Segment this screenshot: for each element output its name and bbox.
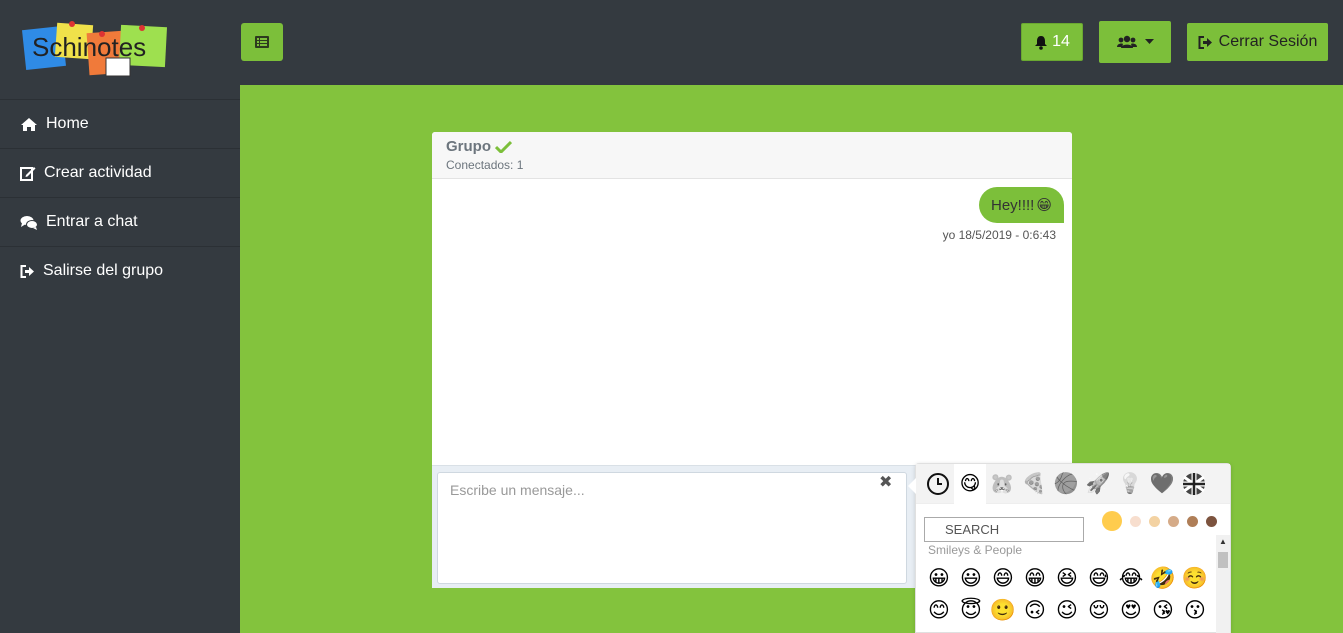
logout-button[interactable]: Cerrar Sesión [1187,23,1328,61]
skin-tone-selector [1102,511,1217,531]
smileys-category-tab[interactable]: 😋 [954,463,986,504]
sidebar-item-label: Salirse del grupo [43,262,164,279]
emoji-option[interactable]: 🤣 [1147,566,1179,591]
emoji-option[interactable]: ☺️ [1179,566,1211,591]
skin-tone-default[interactable] [1102,511,1122,531]
connected-count: Conectados: 1 [446,158,524,172]
flag-icon [1183,472,1205,495]
sidebar-item-crear-actividad[interactable]: Crear actividad [0,148,240,197]
bell-icon [1035,35,1048,50]
groups-dropdown-button[interactable] [1099,21,1171,63]
emoji-option[interactable]: 😅 [1083,566,1115,591]
top-navbar: Schinotes 14 Cerrar Sesión [0,0,1343,85]
clock-icon [927,472,949,495]
comments-icon [20,215,38,230]
skin-tone-dark[interactable] [1206,515,1217,527]
close-emoji-picker-icon[interactable]: ✖ [879,472,892,492]
sidebar-item-label: Entrar a chat [46,213,138,230]
emoji-option[interactable]: 😌 [1083,598,1115,623]
emoji-category-tabs: 😋 🐹 🍕 🏀 🚀 💡 🖤 [916,463,1230,504]
emoji-option[interactable]: 😍 [1115,598,1147,623]
food-category-tab[interactable]: 🍕 [1018,464,1050,504]
chat-title-row: Grupo [446,138,1058,155]
chat-title: Grupo [446,138,491,155]
objects-category-tab[interactable]: 💡 [1114,464,1146,504]
sidebar-item-entrar-a-chat[interactable]: Entrar a chat [0,197,240,246]
emoji-option[interactable]: 😂 [1115,566,1147,591]
emoji-option[interactable]: 🙂 [987,598,1019,623]
sidebar-toggle-button[interactable] [241,23,283,61]
skin-tone-medium[interactable] [1168,515,1179,527]
sidebar-item-home[interactable]: Home [0,99,240,148]
message-meta: yo 18/5/2019 - 0:6:43 [942,228,1056,242]
message-input[interactable]: Escribe un mensaje... [437,472,907,584]
svg-text:Schinotes: Schinotes [32,32,146,62]
scroll-thumb[interactable] [1218,552,1228,568]
skin-tone-medium-light[interactable] [1149,515,1160,527]
emoji-option[interactable]: 😘 [1147,598,1179,623]
skin-tone-medium-dark[interactable] [1187,515,1198,527]
notifications-button[interactable]: 14 [1021,23,1083,61]
notifications-count: 14 [1052,33,1070,50]
home-icon [21,117,37,131]
sidebar-item-label: Crear actividad [44,164,152,181]
emoji-grid: 😀 😃 😄 😁 😆 😅 😂 🤣 ☺️ 😊 😇 🙂 🙃 😉 😌 😍 😘 😗 [923,566,1219,623]
recent-category-tab[interactable] [922,464,954,504]
emoji-option[interactable]: 😉 [1051,598,1083,623]
emoji-search-input[interactable]: SEARCH [924,517,1084,542]
emoji-option[interactable]: 😃 [955,566,987,591]
sidebar: Home Crear actividad Entrar a chat Salir… [0,85,240,633]
emoji-option[interactable]: 😄 [987,566,1019,591]
users-icon [1116,35,1137,48]
emoji-category-label: Smileys & People [928,543,1023,557]
activity-category-tab[interactable]: 🏀 [1050,464,1082,504]
caret-down-icon [1144,39,1154,44]
sidebar-item-salirse-del-grupo[interactable]: Salirse del grupo [0,246,240,295]
list-icon [255,36,269,48]
emoji-option[interactable]: 😁 [1019,566,1051,591]
skin-tone-light[interactable] [1130,515,1141,527]
symbols-category-tab[interactable]: 🖤 [1146,464,1178,504]
sign-out-icon [20,264,34,278]
edit-icon [20,167,36,181]
logout-label: Cerrar Sesión [1218,33,1318,50]
emoji-picker: 😋 🐹 🍕 🏀 🚀 💡 🖤 SEARCH Smileys & People 😀 😃… [908,463,1231,633]
message-text: Hey!!!! [991,196,1035,214]
animals-category-tab[interactable]: 🐹 [986,464,1018,504]
sign-out-icon [1198,35,1212,49]
emoji-option[interactable]: 🙃 [1019,598,1051,623]
schinotes-logo[interactable]: Schinotes [22,18,170,82]
emoji-option[interactable]: 😇 [955,598,987,623]
scroll-up-arrow-icon[interactable]: ▲ [1219,537,1227,546]
grin-emoji-icon: 😁 [1036,197,1052,214]
picker-arrow [908,478,916,494]
flags-category-tab[interactable] [1178,464,1210,504]
emoji-option[interactable]: 😆 [1051,566,1083,591]
chat-header: Grupo Conectados: 1 [432,132,1072,179]
message-list: Hey!!!! 😁 yo 18/5/2019 - 0:6:43 [432,179,1072,465]
travel-category-tab[interactable]: 🚀 [1082,464,1114,504]
sidebar-item-label: Home [46,115,89,132]
emoji-option[interactable]: 😊 [923,598,955,623]
emoji-option[interactable]: 😗 [1179,598,1211,623]
emoji-option[interactable]: 😀 [923,566,955,591]
check-icon [495,140,512,153]
emoji-scrollbar[interactable]: ▲ [1216,535,1230,633]
message-bubble: Hey!!!! 😁 [979,187,1064,223]
